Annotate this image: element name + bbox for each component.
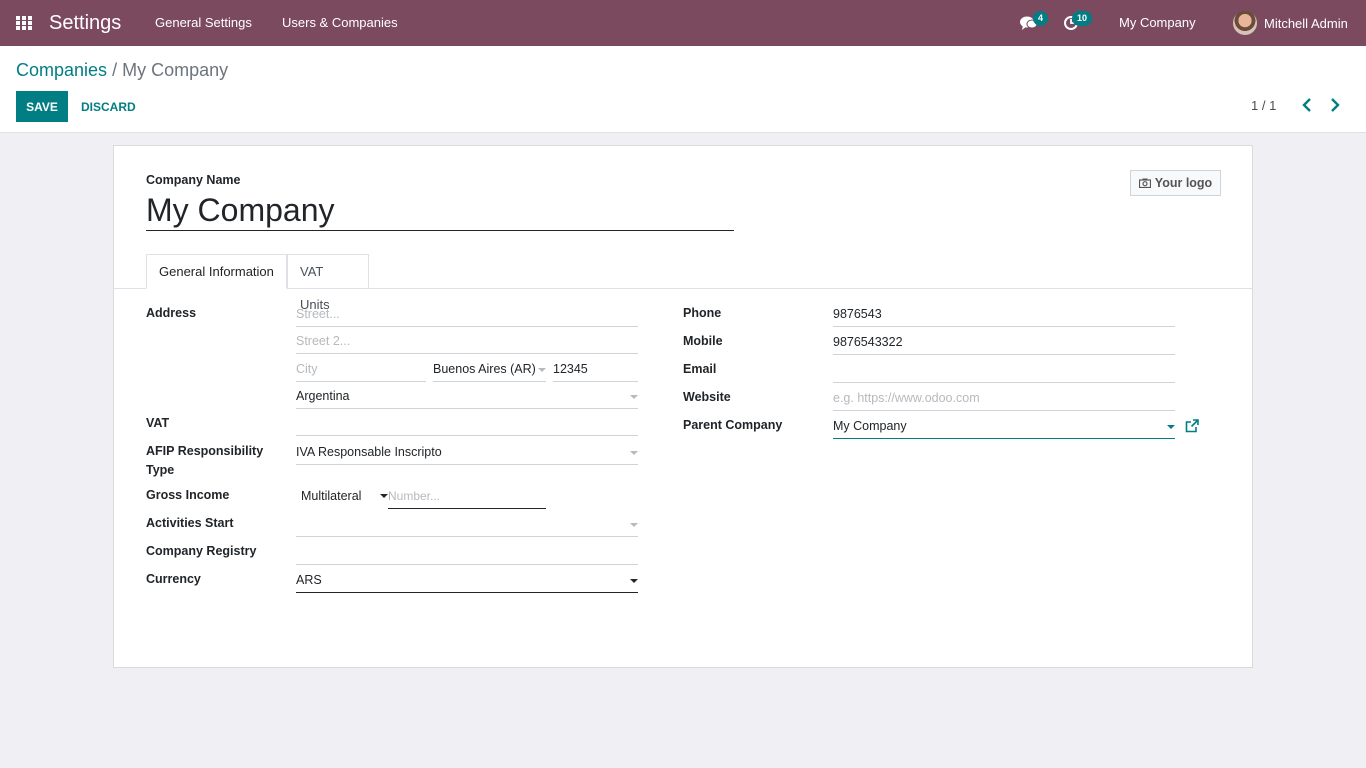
chevron-down-icon xyxy=(630,395,638,399)
company-name-input[interactable]: My Company xyxy=(146,190,734,231)
afip-value: IVA Responsable Inscripto xyxy=(296,445,442,459)
street2-input[interactable]: Street 2... xyxy=(296,329,638,354)
activities-menu[interactable]: 10 xyxy=(1063,0,1093,46)
chevron-down-icon xyxy=(630,579,638,583)
menu-users-companies[interactable]: Users & Companies xyxy=(282,15,398,31)
logo-button-label: Your logo xyxy=(1154,176,1213,190)
street-input[interactable]: Street... xyxy=(296,302,638,327)
logo-upload-button[interactable]: Your logo xyxy=(1130,170,1221,196)
chevron-down-icon xyxy=(630,451,638,455)
gross-income-type-select[interactable]: Multilateral xyxy=(296,484,388,509)
mobile-label: Mobile xyxy=(683,334,723,348)
website-input[interactable]: e.g. https://www.odoo.com xyxy=(833,386,1175,411)
breadcrumb-current: My Company xyxy=(122,60,229,80)
gross-income-number-input[interactable]: Number... xyxy=(388,484,546,509)
mobile-input[interactable]: 9876543322 xyxy=(833,330,1175,355)
app-title[interactable]: Settings xyxy=(49,11,121,35)
user-name: Mitchell Admin xyxy=(1264,15,1348,31)
messages-menu[interactable]: 4 xyxy=(1020,0,1049,46)
phone-input[interactable]: 9876543 xyxy=(833,302,1175,327)
zip-input[interactable]: 12345 xyxy=(553,357,638,382)
discard-button[interactable]: DISCARD xyxy=(81,100,136,114)
activities-start-input[interactable] xyxy=(296,512,638,537)
phone-label: Phone xyxy=(683,306,722,320)
chevron-down-icon xyxy=(1167,425,1175,429)
parent-company-label: Parent Company xyxy=(683,418,783,432)
company-name-label: Company Name xyxy=(146,173,241,187)
state-select[interactable]: Buenos Aires (AR) xyxy=(433,357,546,382)
top-navbar: Settings General Settings Users & Compan… xyxy=(0,0,1366,46)
breadcrumb-companies-link[interactable]: Companies xyxy=(16,60,107,80)
avatar xyxy=(1233,11,1257,35)
messages-count-badge: 4 xyxy=(1033,11,1049,26)
external-link-icon[interactable] xyxy=(1185,419,1199,433)
country-select[interactable]: Argentina xyxy=(296,384,638,409)
form-sheet: Company Name My Company Your logo Genera… xyxy=(113,145,1253,668)
country-value: Argentina xyxy=(296,389,350,403)
state-value: Buenos Aires (AR) xyxy=(433,362,536,376)
gross-income-type-value: Multilateral xyxy=(301,489,362,503)
chevron-down-icon xyxy=(538,368,546,372)
menu-general-settings[interactable]: General Settings xyxy=(155,15,252,31)
chevron-down-icon xyxy=(630,523,638,527)
address-label: Address xyxy=(146,306,197,320)
control-panel: Companies / My Company SAVE DISCARD 1 / … xyxy=(0,46,1366,133)
parent-company-value: My Company xyxy=(833,419,907,433)
currency-label: Currency xyxy=(146,572,201,586)
pager-value[interactable]: 1 / 1 xyxy=(1251,98,1276,113)
company-registry-input[interactable] xyxy=(296,540,638,565)
afip-label: AFIP Responsibility Type xyxy=(146,444,264,477)
user-menu[interactable]: Mitchell Admin xyxy=(1233,11,1348,35)
breadcrumb: Companies / My Company xyxy=(16,59,228,81)
city-input[interactable]: City xyxy=(296,357,426,382)
parent-company-select[interactable]: My Company xyxy=(833,414,1175,439)
gross-income-label: Gross Income xyxy=(146,488,230,502)
vat-label: VAT xyxy=(146,416,170,430)
save-button[interactable]: SAVE xyxy=(16,91,68,122)
currency-select[interactable]: ARS xyxy=(296,568,638,593)
afip-select[interactable]: IVA Responsable Inscripto xyxy=(296,440,638,465)
email-input[interactable] xyxy=(833,358,1175,383)
activities-start-label: Activities Start xyxy=(146,516,234,530)
currency-value: ARS xyxy=(296,573,322,587)
chevron-right-icon[interactable] xyxy=(1328,97,1342,113)
vat-input[interactable] xyxy=(296,411,638,436)
breadcrumb-separator: / xyxy=(112,60,118,80)
apps-grid-icon[interactable] xyxy=(16,16,33,31)
activities-count-badge: 10 xyxy=(1072,11,1093,26)
chevron-down-icon xyxy=(380,494,388,498)
tab-vat-units[interactable]: VAT Units xyxy=(287,254,369,312)
company-switcher[interactable]: My Company xyxy=(1119,15,1196,31)
website-label: Website xyxy=(683,390,731,404)
email-label: Email xyxy=(683,362,717,376)
tab-general-information[interactable]: General Information xyxy=(146,254,287,289)
camera-icon xyxy=(1138,178,1151,188)
chevron-left-icon[interactable] xyxy=(1300,97,1314,113)
company-registry-label: Company Registry xyxy=(146,544,257,558)
